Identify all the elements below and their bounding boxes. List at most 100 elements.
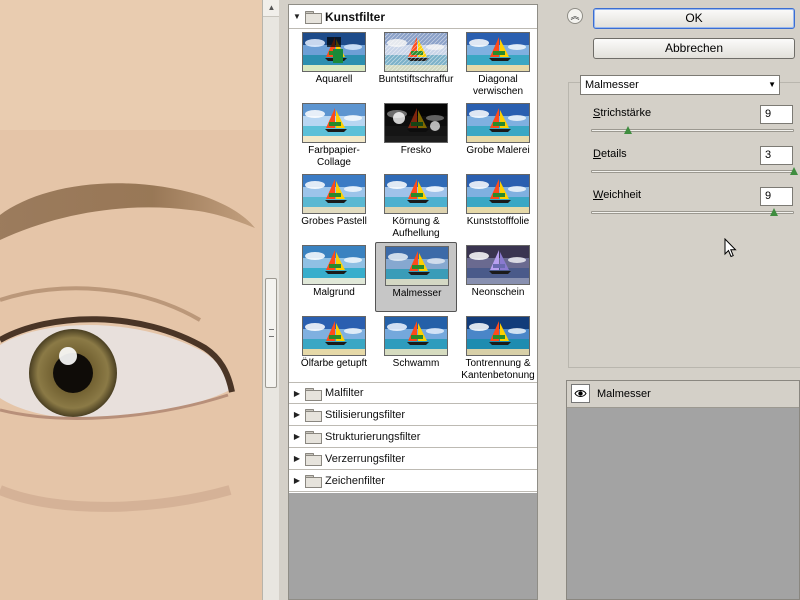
- effect-layer-name: Malmesser: [597, 388, 651, 400]
- mouse-pointer-icon: [724, 237, 738, 261]
- filter-preview-image: [384, 32, 448, 72]
- chevron-down-icon: ▼: [768, 80, 776, 89]
- filter-preview-image: [384, 316, 448, 356]
- category-label: Verzerrungsfilter: [325, 452, 406, 465]
- category-stilisierungsfilter[interactable]: ▶ Stilisierungsfilter: [289, 404, 537, 426]
- param-label-mnemonic: D: [593, 148, 601, 160]
- scrollbar-thumb[interactable]: [265, 278, 277, 388]
- category-zeichenfilter[interactable]: ▶ Zeichenfilter: [289, 470, 537, 492]
- category-label: Strukturierungsfilter: [325, 430, 421, 443]
- category-kunstfilter[interactable]: ▼ Kunstfilter: [289, 5, 537, 29]
- effect-layer-row[interactable]: Malmesser: [567, 381, 799, 408]
- filter-preview-image: [302, 103, 366, 143]
- filter-preview-image: [466, 32, 530, 72]
- param-slider-track[interactable]: [591, 211, 794, 214]
- filter-select-value: Malmesser: [585, 79, 639, 91]
- filter-thumbnail[interactable]: Malgrund: [293, 242, 375, 312]
- category-verzerrungsfilter[interactable]: ▶ Verzerrungsfilter: [289, 448, 537, 470]
- filter-thumbnail[interactable]: Neonschein: [457, 242, 539, 312]
- param-label: Details: [593, 148, 627, 160]
- triangle-right-icon[interactable]: ▶: [289, 454, 305, 463]
- filter-thumbnail-label: Grobe Malerei: [466, 145, 530, 156]
- filter-preview-image: [384, 103, 448, 143]
- cancel-button[interactable]: Abbrechen: [593, 38, 795, 59]
- folder-icon: [305, 453, 322, 466]
- param-value-input[interactable]: 3: [760, 146, 793, 165]
- triangle-right-icon[interactable]: ▶: [289, 476, 305, 485]
- category-label: Zeichenfilter: [325, 474, 385, 487]
- param-slider-thumb[interactable]: [623, 126, 632, 134]
- folder-icon: [305, 11, 322, 24]
- filter-thumbnail-label: Grobes Pastell: [301, 216, 367, 227]
- triangle-right-icon[interactable]: ▶: [289, 432, 305, 441]
- filter-thumbnail[interactable]: Fresko: [375, 100, 457, 170]
- filter-thumbnail-label: Kunststofffolie: [466, 216, 530, 227]
- filter-thumbnail[interactable]: Farbpapier-Collage: [293, 100, 375, 170]
- param-label-rest: trichstärke: [600, 107, 652, 119]
- category-malfilter[interactable]: ▶ Malfilter: [289, 382, 537, 404]
- category-strukturierungsfilter[interactable]: ▶ Strukturierungsfilter: [289, 426, 537, 448]
- filter-preview-image: [385, 246, 449, 286]
- filter-preview-image: [466, 316, 530, 356]
- param-label: Strichstärke: [593, 107, 651, 119]
- scroll-up-arrow-icon[interactable]: ▲: [263, 0, 280, 17]
- preview-eye-photo: [0, 0, 262, 600]
- filter-preview-image: [466, 174, 530, 214]
- param-slider-thumb[interactable]: [790, 167, 798, 175]
- folder-icon: [305, 409, 322, 422]
- filter-thumbnail-label: Malmesser: [392, 288, 442, 299]
- folder-icon: [305, 431, 322, 444]
- filter-preview-image: [466, 245, 530, 285]
- filter-thumbnail[interactable]: Buntstiftschraffur: [375, 29, 457, 99]
- filter-thumbnail-label: Buntstiftschraffur: [378, 74, 454, 85]
- filter-thumbnail-label: Aquarell: [315, 74, 353, 85]
- filter-thumbnail[interactable]: Diagonal verwischen: [457, 29, 539, 99]
- double-chevron-up-icon[interactable]: ︽: [567, 8, 583, 24]
- grip-icon: [269, 329, 274, 337]
- param-slider-track[interactable]: [591, 129, 794, 132]
- triangle-right-icon[interactable]: ▶: [289, 410, 305, 419]
- filter-preview-image: [302, 174, 366, 214]
- param-slider-track[interactable]: [591, 170, 794, 173]
- param-value-input[interactable]: 9: [760, 187, 793, 206]
- filter-thumbnail[interactable]: Kunststofffolie: [457, 171, 539, 241]
- filter-preview-image: [384, 174, 448, 214]
- eye-icon[interactable]: [571, 384, 590, 403]
- filter-thumbnail-label: Neonschein: [471, 287, 525, 298]
- filter-thumbnail[interactable]: Aquarell: [293, 29, 375, 99]
- folder-icon: [305, 475, 322, 488]
- filter-thumbnail-label: Malgrund: [313, 287, 355, 298]
- param-value-input[interactable]: 9: [760, 105, 793, 124]
- filter-preview-image: [302, 245, 366, 285]
- filter-preview-image: [302, 316, 366, 356]
- param-label-mnemonic: W: [593, 189, 604, 201]
- filter-preview-image: [302, 32, 366, 72]
- param-label: Weichheit: [593, 189, 641, 201]
- category-label: Malfilter: [325, 387, 364, 399]
- filter-preview-image: [466, 103, 530, 143]
- filter-thumbnail-label: Diagonal verwischen: [472, 74, 524, 97]
- folder-icon: [305, 387, 322, 401]
- filter-thumbnail-label: Tontrennung & Kantenbetonung: [461, 358, 535, 381]
- filter-thumbnail[interactable]: Malmesser: [375, 242, 457, 312]
- preview-scrollbar[interactable]: ▲: [262, 0, 280, 600]
- filter-thumbnail-label: Farbpapier-Collage: [308, 145, 360, 168]
- triangle-down-icon[interactable]: ▼: [289, 12, 305, 21]
- param-label-rest: etails: [600, 148, 627, 160]
- filter-thumbnail[interactable]: Grobes Pastell: [293, 171, 375, 241]
- filter-thumbnail[interactable]: Grobe Malerei: [457, 100, 539, 170]
- ok-button[interactable]: OK: [593, 8, 795, 29]
- filter-thumbnail[interactable]: Ölfarbe getupft: [293, 313, 375, 383]
- filter-thumbnail-label: Fresko: [400, 145, 432, 156]
- category-label: Stilisierungsfilter: [325, 408, 406, 421]
- filter-settings-box: [568, 82, 800, 368]
- triangle-right-icon[interactable]: ▶: [289, 389, 305, 398]
- splitter[interactable]: [279, 0, 287, 600]
- filter-thumbnail[interactable]: Körnung & Aufhellung: [375, 171, 457, 241]
- param-slider-thumb[interactable]: [769, 208, 778, 216]
- filter-thumbnail-label: Körnung & Aufhellung: [392, 216, 440, 239]
- filter-thumbnail[interactable]: Tontrennung & Kantenbetonung: [457, 313, 539, 383]
- image-preview[interactable]: [0, 0, 262, 600]
- filter-thumbnail[interactable]: Schwamm: [375, 313, 457, 383]
- filter-select[interactable]: Malmesser ▼: [580, 75, 780, 95]
